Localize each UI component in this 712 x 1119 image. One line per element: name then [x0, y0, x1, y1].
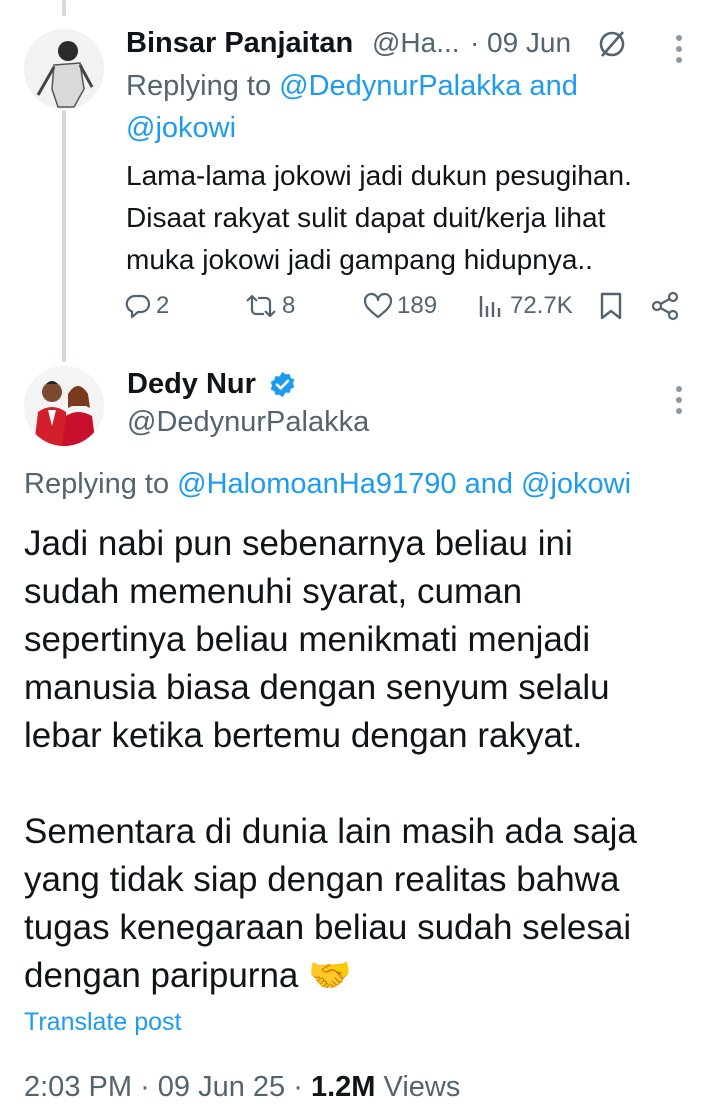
tweet-line: Sementara di dunia lain masih ada saja — [24, 812, 637, 851]
views-icon — [479, 296, 501, 317]
tweet-line: tugas kenegaraan beliau sudah selesai — [24, 908, 632, 947]
tweet-date[interactable]: 09 Jun 25 — [158, 1071, 285, 1103]
author-name[interactable]: Dedy Nur — [127, 368, 256, 401]
replying-and: and — [464, 468, 513, 500]
views-count: 72.7K — [510, 292, 573, 319]
replying-prefix: Replying to — [126, 70, 272, 102]
meta-separator: · — [470, 27, 480, 58]
replying-mention-halomoan[interactable]: @HalomoanHa91790 — [177, 468, 456, 500]
verified-badge-icon — [268, 370, 297, 399]
author-handle[interactable]: @DedynurPalakka — [127, 406, 369, 439]
tweet-line: Jadi nabi pun sebenarnya beliau ini — [24, 524, 573, 563]
like-icon — [363, 292, 393, 319]
muted-icon[interactable] — [596, 28, 628, 60]
like-button[interactable]: 189 — [363, 288, 437, 324]
reply-count: 2 — [156, 292, 170, 319]
author-name[interactable]: Binsar Panjaitan — [126, 27, 353, 60]
avatar-binsar[interactable] — [24, 29, 104, 109]
author-handle[interactable]: @Ha... — [372, 27, 460, 59]
share-icon — [651, 291, 679, 321]
meta-separator: · — [140, 1071, 150, 1103]
tweet-line: muka jokowi jadi gampang hidupnya.. — [126, 244, 593, 275]
tweet-text: Lama-lama jokowi jadi dukun pesugihan. D… — [126, 155, 632, 281]
tweet-text: Jadi nabi pun sebenarnya beliau ini suda… — [24, 520, 637, 1000]
views-label[interactable]: Views — [384, 1071, 461, 1103]
bookmark-button[interactable] — [598, 288, 624, 324]
avatar-dedy-nur[interactable] — [24, 366, 104, 446]
views-count[interactable]: 1.2M — [311, 1071, 375, 1103]
tweet-line: manusia biasa dengan senyum selalu — [24, 668, 610, 707]
handshake-emoji: 🤝 — [308, 956, 352, 995]
replying-prefix: Replying to — [24, 468, 170, 500]
reply-icon — [125, 294, 151, 319]
repost-count: 8 — [282, 292, 296, 319]
share-button[interactable] — [650, 288, 680, 324]
tweet-line: sepertinya beliau menikmati menjadi — [24, 620, 591, 659]
thread-line-top — [62, 0, 66, 16]
translate-post-link[interactable]: Translate post — [24, 1008, 181, 1037]
replying-mention-jokowi[interactable]: @jokowi — [126, 112, 236, 145]
thread-line-connector — [62, 110, 66, 362]
meta-separator: · — [293, 1071, 303, 1103]
tweet-line: Disaat rakyat sulit dapat duit/kerja lih… — [126, 202, 606, 233]
bookmark-icon — [600, 292, 622, 320]
repost-button[interactable]: 8 — [244, 288, 295, 324]
more-icon[interactable] — [675, 35, 683, 68]
tweet-line: sudah memenuhi syarat, cuman — [24, 572, 523, 611]
repost-icon — [246, 294, 276, 318]
tweet-line: lebar ketika bertemu dengan rakyat. — [24, 716, 583, 755]
like-count: 189 — [397, 292, 438, 319]
tweet-line: dengan paripurna — [24, 956, 299, 995]
timestamp-row: 2:03 PM · 09 Jun 25 · 1.2M Views — [24, 1071, 460, 1104]
tweet-date[interactable]: 09 Jun — [487, 27, 571, 59]
reply-button[interactable]: 2 — [124, 288, 169, 324]
tweet-line: yang tidak siap dengan realitas bahwa — [24, 860, 620, 899]
tweet-time[interactable]: 2:03 PM — [24, 1071, 132, 1103]
replying-to: Replying to @HalomoanHa91790 and @jokowi — [24, 468, 631, 501]
replying-mention-jokowi[interactable]: @jokowi — [521, 468, 631, 500]
views-button[interactable]: 72.7K — [478, 288, 573, 324]
tweet-line: Lama-lama jokowi jadi dukun pesugihan. — [126, 160, 632, 191]
tweet-line-last: dengan paripurna 🤝 — [24, 952, 637, 1000]
replying-to-line1: Replying to @DedynurPalakka and — [126, 70, 578, 103]
replying-mentions[interactable]: @DedynurPalakka and — [279, 70, 578, 102]
more-icon[interactable] — [675, 386, 683, 419]
